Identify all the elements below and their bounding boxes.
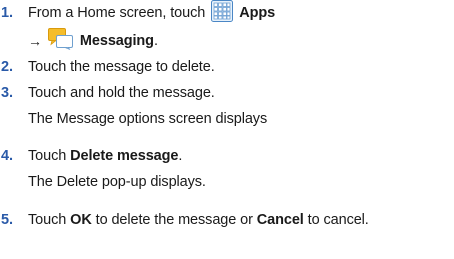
messaging-icon [47, 28, 74, 54]
step-text: Touch and hold the message. [28, 85, 215, 101]
step-4-note: The Delete pop-up displays. [0, 171, 454, 193]
step-text: Touch the message to delete. [28, 59, 215, 75]
ok-label: OK [70, 212, 92, 228]
step-4-period: . [178, 148, 183, 164]
messaging-label: Messaging [79, 33, 154, 49]
step-number: 3. [1, 85, 13, 101]
apps-grid-icon [211, 0, 234, 26]
step-text: Touch OK to delete the message or Cancel… [28, 212, 369, 228]
step-1-period: . [153, 33, 158, 49]
step-4: 4. Touch Delete message . [0, 145, 454, 167]
step-number: 5. [1, 212, 13, 228]
step-number: 4. [1, 148, 13, 164]
step-note: The Message options screen displays [28, 111, 268, 127]
step-5-middle: to delete the message or [95, 212, 253, 228]
step-text: Touch Delete message . [28, 148, 182, 164]
step-number: 1. [1, 5, 13, 21]
step-1-continuation: → Messaging . [0, 28, 454, 54]
step-3: 3. Touch and hold the message. [0, 82, 454, 104]
delete-message-label: Delete message [70, 148, 179, 164]
step-4-prefix: Touch [28, 148, 67, 164]
step-5-prefix: Touch [28, 212, 67, 228]
step-text: → Messaging . [28, 28, 158, 54]
arrow-right-icon: → [28, 33, 42, 49]
step-number: 2. [1, 59, 13, 75]
step-1-prefix: From a Home screen, touch [28, 5, 206, 21]
cancel-label: Cancel [256, 212, 304, 228]
step-5-suffix: to cancel. [307, 212, 369, 228]
apps-label: Apps [239, 5, 276, 21]
step-1: 1. From a Home screen, touch Apps [0, 0, 454, 26]
step-5: 5. Touch OK to delete the message or Can… [0, 209, 454, 231]
step-note: The Delete pop-up displays. [28, 174, 206, 190]
step-2: 2. Touch the message to delete. [0, 56, 454, 78]
step-3-note: The Message options screen displays [0, 108, 454, 130]
step-text: From a Home screen, touch Apps [28, 0, 275, 26]
